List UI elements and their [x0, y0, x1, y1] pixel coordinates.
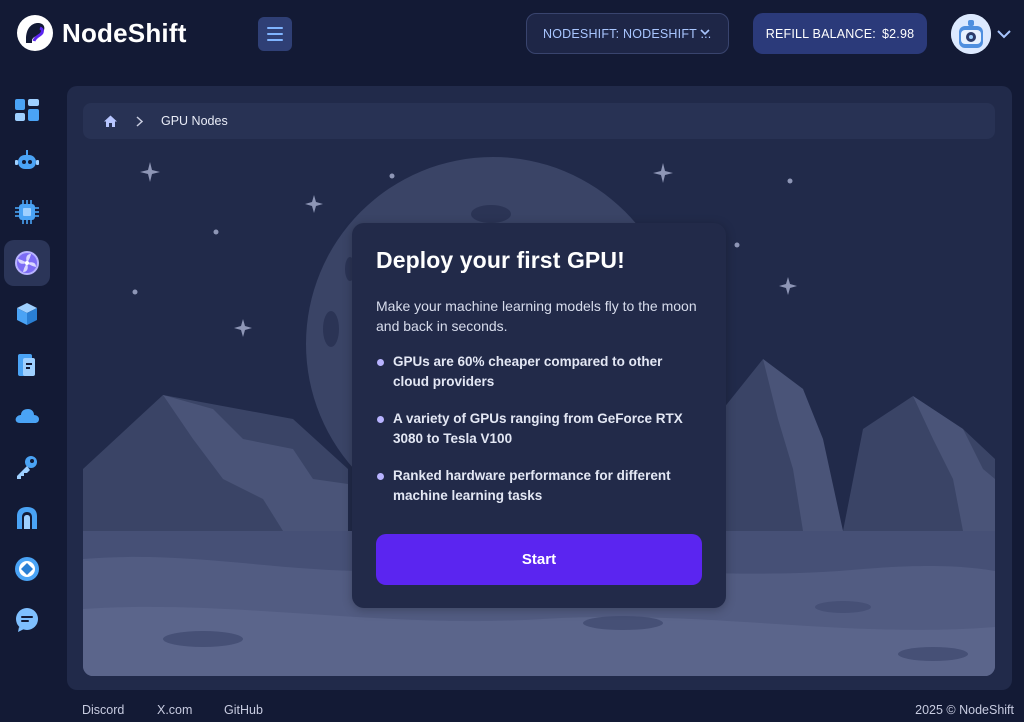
bullet-dot-icon — [377, 473, 384, 480]
copyright: 2025 © NodeShift — [915, 703, 1014, 717]
organization-select[interactable]: NODESHIFT: NODESHIFT ... — [526, 13, 729, 54]
sidebar-item-ai-agents[interactable] — [4, 138, 50, 184]
footer-link-github[interactable]: GitHub — [224, 703, 263, 717]
sidebar-item-networking[interactable] — [4, 495, 50, 541]
main-panel: GPU Nodes Deploy your first GPU! Make yo… — [67, 86, 1012, 690]
feature-text: GPUs are 60% cheaper compared to other c… — [393, 354, 663, 389]
robot-avatar-icon — [951, 14, 991, 54]
gpu-fan-icon — [15, 251, 39, 275]
footer: Discord X.com GitHub 2025 © NodeShift — [0, 700, 1024, 722]
footer-link-discord[interactable]: Discord — [82, 703, 124, 717]
chevron-down-icon — [700, 29, 710, 36]
cube-icon — [17, 303, 37, 325]
brand-logo[interactable]: NodeShift — [16, 14, 187, 52]
bullet-dot-icon — [377, 359, 384, 366]
sidebar-item-support[interactable] — [4, 597, 50, 643]
sidebar-item-compute[interactable] — [4, 189, 50, 235]
sidebar-item-containers[interactable] — [4, 291, 50, 337]
network-icon — [17, 507, 37, 529]
feature-text: Ranked hardware performance for differen… — [393, 468, 671, 503]
footer-link-x[interactable]: X.com — [157, 703, 192, 717]
nodeshift-logo-icon — [17, 15, 53, 51]
storage-icon — [18, 354, 35, 376]
breadcrumb-current: GPU Nodes — [161, 114, 228, 128]
sidebar-item-cloud[interactable] — [4, 393, 50, 439]
avatar[interactable] — [951, 14, 991, 54]
cpu-chip-icon — [15, 200, 39, 224]
sidebar-item-storage[interactable] — [4, 342, 50, 388]
refill-balance-button[interactable]: REFILL BALANCE: $2.98 — [753, 13, 927, 54]
sidebar-item-ssh-keys[interactable] — [4, 444, 50, 490]
sidebar-item-deployments[interactable] — [4, 546, 50, 592]
home-icon[interactable] — [103, 114, 118, 129]
refill-balance-label: REFILL BALANCE: — [765, 26, 876, 41]
target-icon — [15, 557, 39, 581]
balance-value: $2.98 — [881, 26, 915, 41]
hamburger-icon — [267, 25, 283, 43]
sidebar-item-dashboard[interactable] — [4, 87, 50, 133]
breadcrumb: GPU Nodes — [83, 103, 995, 139]
feature-list: GPUs are 60% cheaper compared to other c… — [376, 352, 702, 506]
feature-text: A variety of GPUs ranging from GeForce R… — [393, 411, 683, 446]
key-icon — [17, 456, 37, 479]
cloud-icon — [15, 409, 39, 423]
chat-support-icon — [16, 608, 38, 632]
deploy-gpu-card: Deploy your first GPU! Make your machine… — [352, 223, 726, 608]
chevron-down-icon[interactable] — [996, 27, 1012, 41]
card-description: Make your machine learning models fly to… — [376, 298, 697, 334]
top-bar: NodeShift NODESHIFT: NODESHIFT ... REFIL… — [0, 0, 1024, 68]
sidebar-item-gpu-nodes[interactable] — [4, 240, 50, 286]
brand-name: NodeShift — [62, 17, 187, 48]
chevron-right-icon — [136, 115, 144, 127]
organization-select-value: NODESHIFT: NODESHIFT ... — [543, 26, 712, 41]
feature-item: A variety of GPUs ranging from GeForce R… — [376, 409, 702, 449]
robot-icon — [15, 150, 39, 169]
feature-item: GPUs are 60% cheaper compared to other c… — [376, 352, 702, 392]
menu-toggle-button[interactable] — [258, 17, 292, 51]
bullet-dot-icon — [377, 416, 384, 423]
start-button[interactable]: Start — [376, 534, 702, 585]
card-title: Deploy your first GPU! — [376, 247, 625, 273]
feature-item: Ranked hardware performance for differen… — [376, 466, 702, 506]
dashboard-icon — [15, 99, 39, 121]
